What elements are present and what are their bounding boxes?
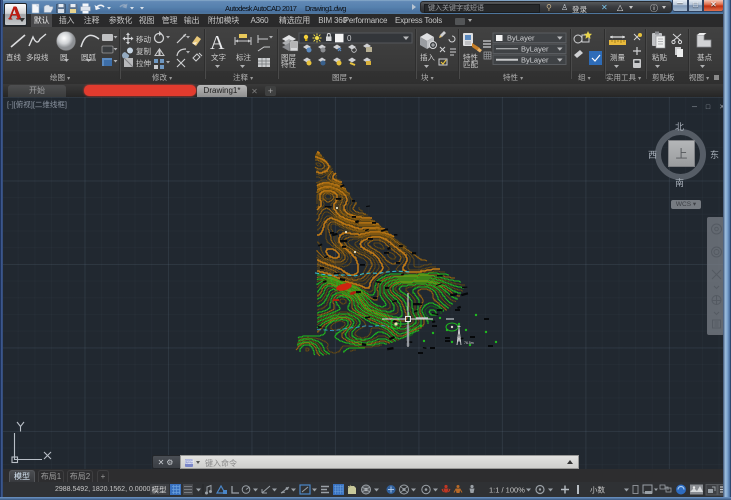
svg-text:76.5m: 76.5m <box>464 341 474 345</box>
svg-text:0: 0 <box>347 34 352 43</box>
svg-text:A: A <box>210 32 225 54</box>
svg-text:ByLayer: ByLayer <box>507 34 535 43</box>
svg-text:ByLayer: ByLayer <box>521 45 549 54</box>
svg-text:1:1 / 100%: 1:1 / 100% <box>489 486 525 495</box>
svg-text:小数: 小数 <box>590 485 605 495</box>
svg-text:模型: 模型 <box>152 485 167 495</box>
svg-text:ByLayer: ByLayer <box>521 56 549 65</box>
